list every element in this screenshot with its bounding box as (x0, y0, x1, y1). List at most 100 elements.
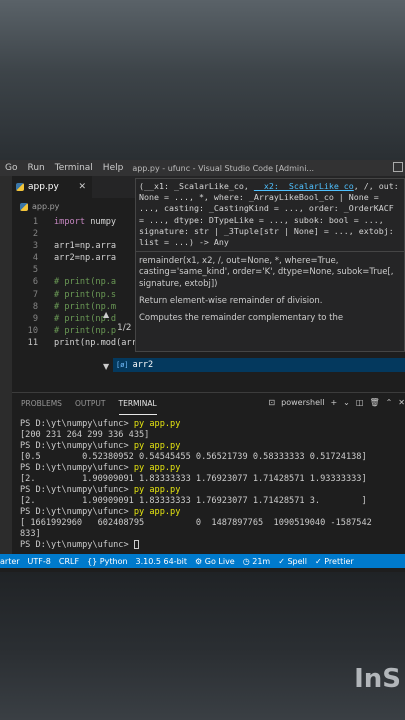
line-number: 9 (32, 313, 38, 324)
terminal-line: [ 1661992960 602408795 0 1487897765 1090… (20, 518, 372, 528)
code-keyword: import (54, 217, 86, 227)
terminal-prompt: PS D:\yt\numpy\ufunc> (20, 419, 134, 429)
terminal-prompt: PS D:\yt\numpy\ufunc> (20, 441, 134, 451)
tab-terminal[interactable]: TERMINAL (118, 393, 157, 415)
signature-start: (__x1: _ScalarLike_co, (139, 181, 254, 191)
code-comment: # print(np.s (54, 289, 117, 300)
terminal-line: 833] (20, 529, 41, 539)
tab-output[interactable]: OUTPUT (75, 393, 106, 415)
terminal-icon: ⊡ (268, 398, 276, 407)
blurred-background-bottom (0, 572, 405, 720)
terminal-prompt: PS D:\yt\numpy\ufunc> (20, 463, 134, 473)
close-icon[interactable]: ✕ (398, 398, 405, 407)
doc-signature: remainder(x1, x2, /, out=None, *, where=… (139, 256, 394, 289)
divider (136, 251, 404, 253)
terminal-line: PS D:\yt\numpy\ufunc> py app.py (20, 419, 405, 430)
close-icon[interactable]: ✕ (78, 182, 86, 192)
menu-terminal[interactable]: Terminal (50, 163, 98, 173)
terminal-line: [0.5 0.52380952 0.54545455 0.56521739 0.… (20, 452, 367, 462)
layout-panel-icon[interactable] (393, 162, 403, 172)
line-number: 1 (32, 217, 38, 227)
chevron-down-icon[interactable]: ⌄ (343, 398, 350, 407)
terminal-line: PS D:\yt\numpy\ufunc> py app.py (20, 507, 405, 518)
code-comment: # print(np.p (54, 325, 117, 336)
layout-icons (393, 162, 403, 172)
code-text: arr1=np.arra (54, 241, 117, 252)
python-file-icon (20, 202, 28, 211)
tab-app-py[interactable]: app.py ✕ (12, 176, 92, 198)
terminal-cursor (133, 540, 139, 549)
vscode-window: Go Run Terminal Help app.py - ufunc - Vi… (0, 160, 405, 572)
terminal-line: [200 231 264 299 336 435] (20, 430, 150, 440)
line-number: 7 (32, 289, 38, 300)
channel-watermark: InS (354, 664, 401, 694)
terminal-command: py app.py (133, 441, 181, 451)
shell-name[interactable]: powershell (281, 398, 324, 407)
line-number: 10 (27, 325, 38, 336)
status-eol[interactable]: CRLF (59, 557, 79, 566)
terminal-line: PS D:\yt\numpy\ufunc> py app.py (20, 485, 405, 496)
code-text: numpy (85, 217, 117, 227)
activity-bar (0, 176, 12, 554)
code-text: arr2=np.arra (54, 253, 117, 264)
status-encoding[interactable]: UTF-8 (28, 557, 51, 566)
suggestion-item[interactable]: [ø] arr2 (113, 358, 405, 372)
terminal-line: PS D:\yt\numpy\ufunc> py app.py (20, 463, 405, 474)
status-interpreter[interactable]: 3.10.5 64-bit (136, 557, 188, 566)
line-number: 5 (32, 265, 38, 276)
active-parameter: __x2: _ScalarLike_co (253, 181, 354, 191)
status-spell[interactable]: ✓ Spell (278, 557, 307, 566)
title-bar: Go Run Terminal Help app.py - ufunc - Vi… (0, 160, 405, 176)
menu-go[interactable]: Go (0, 163, 22, 173)
code-comment: # print(np.a (54, 277, 117, 288)
terminal-prompt: PS D:\yt\numpy\ufunc> (20, 485, 134, 495)
python-file-icon (16, 183, 24, 191)
doc-summary: Return element-wise remainder of divisio… (139, 295, 323, 306)
signature: (__x1: _ScalarLike_co, __x2: _ScalarLike… (136, 179, 404, 248)
status-timer[interactable]: ◷ 21m (243, 557, 271, 566)
chevron-up-icon[interactable]: ⌃ (386, 398, 393, 407)
terminal-line: [2. 1.90909091 1.83333333 1.76923077 1.7… (20, 496, 367, 506)
variable-icon: [ø] (116, 361, 129, 369)
line-number: 2 (32, 229, 38, 240)
signature-pager: 1/2 (117, 323, 132, 333)
line-number: 4 (32, 253, 38, 264)
menu-run[interactable]: Run (22, 163, 49, 173)
suggestion-label: arr2 (132, 360, 154, 370)
terminal-output[interactable]: PS D:\yt\numpy\ufunc> py app.py [200 231… (20, 419, 405, 551)
line-number: 11 (27, 337, 38, 348)
tab-label: app.py (28, 182, 59, 192)
chevron-down-icon[interactable]: ▼ (103, 362, 109, 371)
window-title: app.py - ufunc - Visual Studio Code [Adm… (132, 163, 315, 173)
terminal-command: py app.py (133, 419, 181, 429)
terminal-line: [2. 1.90909091 1.83333333 1.76923077 1.7… (20, 474, 367, 484)
line-number: 8 (32, 301, 38, 312)
breadcrumb-file[interactable]: app.py (32, 202, 59, 211)
status-item[interactable]: arter (0, 557, 20, 566)
tab-problems[interactable]: PROBLEMS (21, 393, 62, 415)
status-language[interactable]: {} Python (87, 557, 127, 566)
terminal-line: PS D:\yt\numpy\ufunc> (20, 540, 405, 551)
terminal-prompt: PS D:\yt\numpy\ufunc> (20, 540, 134, 550)
blurred-background-top (0, 0, 405, 160)
terminal-command: py app.py (133, 463, 181, 473)
bottom-panel: PROBLEMS OUTPUT TERMINAL ⊡ powershell + … (12, 392, 405, 555)
status-bar: arter UTF-8 CRLF {} Python 3.10.5 64-bit… (0, 554, 405, 568)
line-number: 3 (32, 241, 38, 252)
terminal-command: py app.py (133, 507, 181, 517)
doc-body: Computes the remainder complementary to … (139, 313, 344, 324)
chevron-up-icon[interactable]: ▲ (103, 310, 109, 319)
new-terminal-icon[interactable]: + (330, 398, 337, 407)
terminal-line: PS D:\yt\numpy\ufunc> py app.py (20, 441, 405, 452)
trash-icon[interactable]: 🗑 (369, 398, 379, 407)
menu-help[interactable]: Help (98, 163, 129, 173)
panel-toolbar: ⊡ powershell + ⌄ ◫ 🗑 ⌃ ✕ (268, 398, 405, 407)
line-number: 6 (32, 277, 38, 288)
terminal-prompt: PS D:\yt\numpy\ufunc> (20, 507, 134, 517)
split-terminal-icon[interactable]: ◫ (356, 398, 364, 407)
breadcrumb[interactable]: app.py (20, 202, 59, 211)
terminal-command: py app.py (133, 485, 181, 495)
status-go-live[interactable]: ⚙ Go Live (195, 557, 235, 566)
status-prettier[interactable]: ✓ Prettier (315, 557, 354, 566)
signature-help-popup: (__x1: _ScalarLike_co, __x2: _ScalarLike… (135, 178, 405, 352)
